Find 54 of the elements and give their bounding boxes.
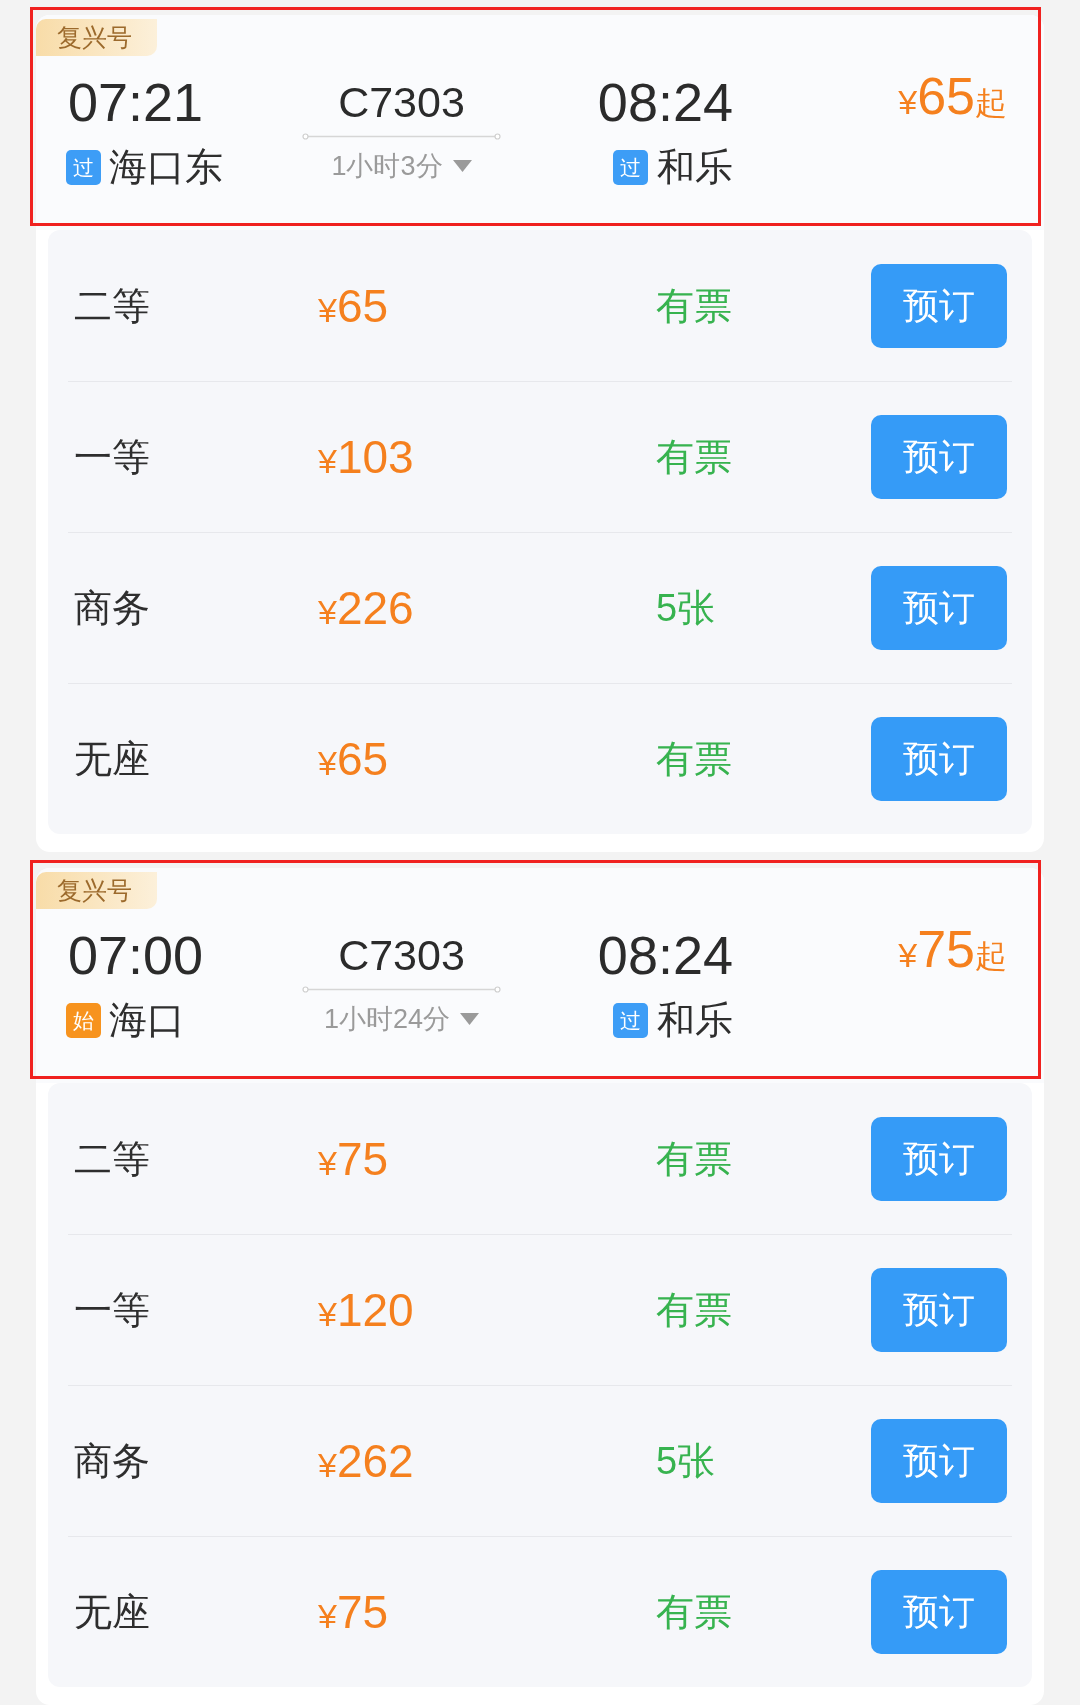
- seat-price: ¥75: [318, 1585, 389, 1639]
- book-button[interactable]: 预订: [871, 717, 1007, 801]
- station-name: 海口: [109, 1000, 185, 1040]
- station-name: 和乐: [657, 147, 733, 187]
- lowest-price: ¥65起: [898, 65, 1007, 127]
- stop-type-tag: 过: [613, 1002, 648, 1038]
- arrival-time: 08:24: [597, 925, 733, 985]
- seat-price: ¥65: [318, 732, 389, 786]
- seat-class: 商务: [74, 585, 150, 631]
- station-name: 海口东: [109, 147, 223, 187]
- seat-class: 商务: [74, 1438, 150, 1484]
- book-button[interactable]: 预订: [871, 1570, 1007, 1654]
- seat-price: ¥262: [318, 1434, 414, 1488]
- ticket-availability: 有票: [656, 1589, 732, 1635]
- seat-price: ¥226: [318, 581, 414, 635]
- duration-toggle[interactable]: 1小时3分: [331, 148, 472, 184]
- seat-class: 一等: [74, 1287, 150, 1333]
- book-button[interactable]: 预订: [871, 415, 1007, 499]
- stop-type-tag: 过: [66, 149, 101, 185]
- book-button[interactable]: 预订: [871, 264, 1007, 348]
- book-button[interactable]: 预订: [871, 1117, 1007, 1201]
- seat-price: ¥75: [318, 1132, 389, 1186]
- book-button[interactable]: 预订: [871, 1419, 1007, 1503]
- ticket-availability: 有票: [656, 736, 732, 782]
- departure-time: 07:00: [68, 925, 204, 985]
- train-brand-tag: 复兴号: [36, 872, 157, 909]
- book-button[interactable]: 预订: [871, 566, 1007, 650]
- seat-class: 无座: [74, 736, 150, 782]
- ticket-availability: 有票: [656, 283, 732, 329]
- arrival-time: 08:24: [597, 72, 733, 132]
- book-button[interactable]: 预订: [871, 1268, 1007, 1352]
- ticket-availability: 5张: [656, 1438, 716, 1484]
- ticket-availability: 5张: [656, 585, 716, 631]
- train-brand-tag: 复兴号: [36, 19, 157, 56]
- lowest-price: ¥75起: [898, 918, 1007, 980]
- seat-class: 二等: [74, 283, 150, 329]
- seat-class: 无座: [74, 1589, 150, 1635]
- train-number: C7303: [338, 77, 465, 128]
- ticket-availability: 有票: [656, 1287, 732, 1333]
- seat-price: ¥65: [318, 279, 389, 333]
- seat-price: ¥120: [318, 1283, 414, 1337]
- departure-time: 07:21: [68, 72, 204, 132]
- duration-toggle[interactable]: 1小时24分: [323, 1001, 480, 1037]
- caret-icon: [452, 160, 472, 172]
- seat-class: 二等: [74, 1136, 150, 1182]
- station-name: 和乐: [657, 1000, 733, 1040]
- train-number: C7303: [338, 930, 465, 981]
- ticket-availability: 有票: [656, 1136, 732, 1182]
- stop-type-tag: 始: [66, 1002, 101, 1038]
- seat-class: 一等: [74, 434, 150, 480]
- stop-type-tag: 过: [613, 149, 648, 185]
- ticket-availability: 有票: [656, 434, 732, 480]
- seat-price: ¥103: [318, 430, 414, 484]
- caret-icon: [460, 1013, 480, 1025]
